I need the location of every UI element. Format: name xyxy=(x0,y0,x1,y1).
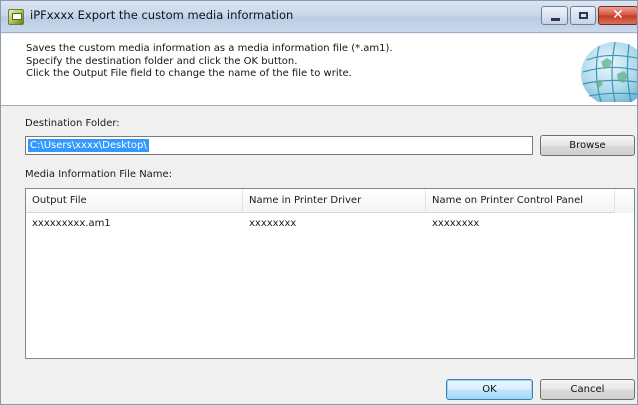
header-panel: Saves the custom media information as a … xyxy=(1,34,637,106)
maximize-icon xyxy=(579,12,588,19)
globe-icon xyxy=(581,41,637,102)
list-header: Output File Name in Printer Driver Name … xyxy=(26,189,634,213)
title-bar[interactable]: iPFxxxx Export the custom media informat… xyxy=(1,1,637,33)
close-button[interactable]: ✕ xyxy=(598,6,637,25)
destination-folder-label: Destination Folder: xyxy=(25,118,120,129)
window-title: iPFxxxx Export the custom media informat… xyxy=(30,8,294,22)
destination-folder-value: C:\Users\xxxx\Desktop\ xyxy=(28,139,149,152)
minimize-button[interactable] xyxy=(541,6,568,25)
column-header-printer-driver[interactable]: Name in Printer Driver xyxy=(243,189,426,213)
description-line-1: Saves the custom media information as a … xyxy=(26,43,393,54)
description-line-3: Click the Output File field to change th… xyxy=(26,68,352,79)
app-icon xyxy=(8,9,24,25)
destination-folder-input[interactable]: C:\Users\xxxx\Desktop\ xyxy=(25,136,533,155)
media-file-list[interactable]: Output File Name in Printer Driver Name … xyxy=(25,188,635,359)
ok-button[interactable]: OK xyxy=(446,379,533,400)
column-header-output-file[interactable]: Output File xyxy=(26,189,243,213)
description: Saves the custom media information as a … xyxy=(26,43,393,81)
cell-control-panel-name: xxxxxxxx xyxy=(432,218,480,229)
description-line-2: Specify the destination folder and click… xyxy=(26,55,298,67)
table-row[interactable]: xxxxxxxxx.am1 xxxxxxxx xxxxxxxx xyxy=(26,216,634,232)
column-header-control-panel[interactable]: Name on Printer Control Panel xyxy=(426,189,615,213)
list-header-filler xyxy=(615,189,634,213)
cell-printer-driver-name: xxxxxxxx xyxy=(249,218,297,229)
export-dialog: iPFxxxx Export the custom media informat… xyxy=(0,0,638,405)
cell-output-file[interactable]: xxxxxxxxx.am1 xyxy=(26,216,243,232)
maximize-button[interactable] xyxy=(570,6,596,25)
browse-button[interactable]: Browse xyxy=(540,135,635,156)
minimize-icon xyxy=(551,18,560,21)
cancel-button[interactable]: Cancel xyxy=(540,379,635,400)
close-icon: ✕ xyxy=(612,7,624,23)
media-file-name-label: Media Information File Name: xyxy=(25,169,173,180)
